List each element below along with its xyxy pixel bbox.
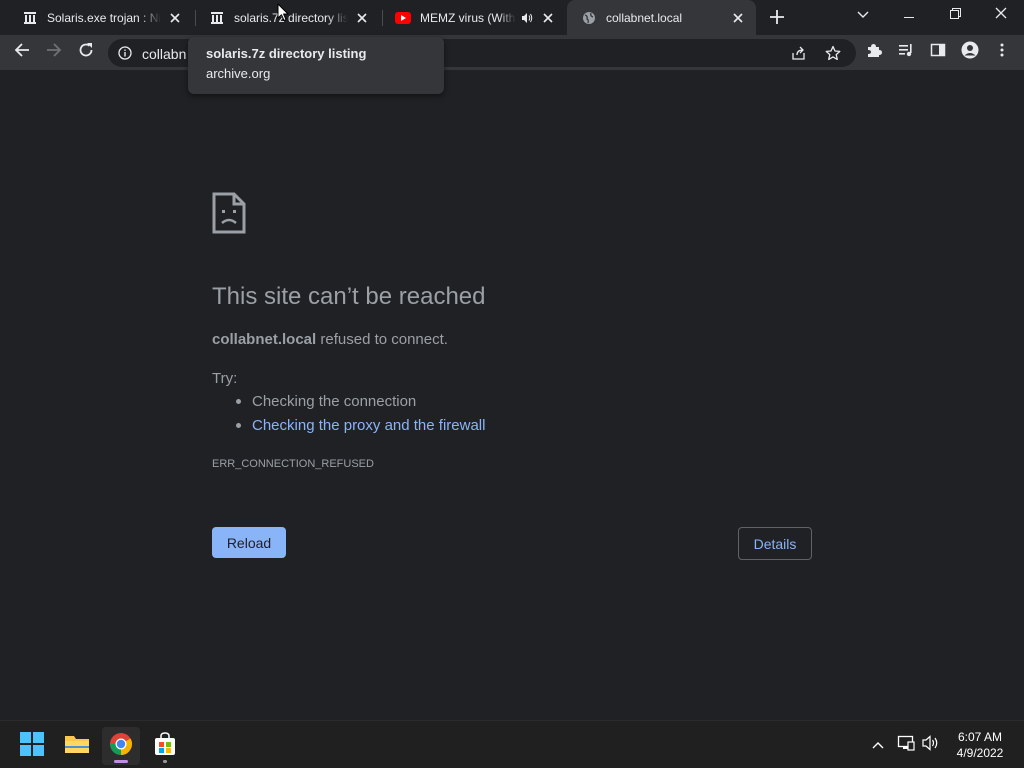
browser-toolbar: collabn [0,35,1024,70]
side-panel-button[interactable] [923,37,953,67]
kebab-menu-icon [1000,42,1004,63]
show-hidden-icons-button[interactable] [868,735,888,755]
error-message: refused to connect. [320,331,448,348]
media-control-button[interactable] [891,37,921,67]
clock-date: 4/9/2022 [956,746,1004,760]
new-tab-button[interactable] [765,5,789,29]
error-code: ERR_CONNECTION_REFUSED [212,458,374,470]
tab-title: collabnet.local [606,10,683,25]
puzzle-piece-icon [866,42,882,63]
close-icon [995,6,1007,24]
tab-title: Solaris.exe trojan : Nikita [47,10,161,25]
system-clock[interactable]: 6:07 AM 4/9/2022 [948,729,1012,761]
forward-arrow-icon [46,42,62,63]
back-arrow-icon [14,42,30,63]
youtube-icon [395,10,411,26]
reload-icon [78,42,94,63]
globe-icon [581,10,597,26]
archive-org-icon [22,10,38,26]
error-title: This site can’t be reached [212,283,486,310]
address-text: collabn [142,46,187,62]
suggestion-check-connection: Checking the connection [236,393,485,417]
menu-button[interactable] [987,37,1017,67]
minimize-icon [904,6,914,24]
chrome-button[interactable] [102,727,140,765]
mouse-cursor-icon [277,3,289,22]
error-description: collabnet.local refused to connect. [212,331,448,348]
reload-button[interactable]: Reload [212,527,286,558]
close-tab-icon[interactable] [352,8,372,28]
microsoft-store-icon [153,731,177,761]
tooltip-title: solaris.7z directory listing [206,46,367,61]
taskbar: 6:07 AM 4/9/2022 [0,720,1024,768]
suggestion-proxy-firewall-link[interactable]: Checking the proxy and the firewall [236,417,485,441]
start-icon [20,731,44,761]
running-app-indicator [163,760,167,763]
bookmark-star-icon[interactable] [825,45,841,61]
close-tab-icon[interactable] [165,8,185,28]
volume-button[interactable] [921,734,941,756]
tab-hover-tooltip: solaris.7z directory listing archive.org [188,37,444,94]
profile-button[interactable] [955,37,985,67]
tooltip-domain: archive.org [206,66,271,81]
browser-window: Solaris.exe trojan : Nikita solaris.7z d… [0,0,1024,768]
suggestion-list: Checking the connection Checking the pro… [236,393,485,441]
details-button[interactable]: Details [738,527,812,560]
close-tab-icon[interactable] [538,8,558,28]
speaker-icon[interactable] [520,11,534,25]
page-content: This site can’t be reached collabnet.loc… [0,70,1024,720]
active-app-indicator [114,760,128,763]
tab-memz-video[interactable]: MEMZ virus (With [373,0,566,35]
restore-icon [949,6,961,24]
forward-button[interactable] [39,37,69,67]
tab-collabnet-active[interactable]: collabnet.local [567,0,756,35]
avatar-icon [961,41,979,64]
tab-strip: Solaris.exe trojan : Nikita solaris.7z d… [0,0,1024,35]
archive-org-icon [209,10,225,26]
info-icon[interactable] [118,46,132,60]
share-icon[interactable] [791,45,807,61]
file-explorer-icon [64,733,90,760]
minimize-button[interactable] [886,0,932,30]
clock-time: 6:07 AM [957,730,1003,744]
network-button[interactable] [896,735,916,755]
close-tab-icon[interactable] [728,8,748,28]
tab-title: solaris.7z directory listing [234,10,348,25]
start-button[interactable] [13,727,51,765]
chevron-down-icon [857,6,869,24]
media-queue-icon [898,42,914,63]
restore-button[interactable] [932,0,978,30]
reload-toolbar-button[interactable] [71,37,101,67]
sad-page-icon [212,192,246,234]
file-explorer-button[interactable] [58,727,96,765]
chevron-up-icon [872,736,884,754]
extensions-button[interactable] [859,37,889,67]
back-button[interactable] [7,37,37,67]
error-host: collabnet.local [212,331,317,348]
chrome-icon [109,732,133,761]
side-panel-icon [930,42,946,63]
network-icon [897,735,915,756]
try-label: Try: [212,370,238,387]
close-window-button[interactable] [978,0,1024,30]
tab-title: MEMZ virus (With [420,10,516,25]
volume-icon [922,734,940,756]
microsoft-store-button[interactable] [146,727,184,765]
tab-search-button[interactable] [840,0,886,30]
tab-solaris-trojan[interactable]: Solaris.exe trojan : Nikita [0,0,193,35]
